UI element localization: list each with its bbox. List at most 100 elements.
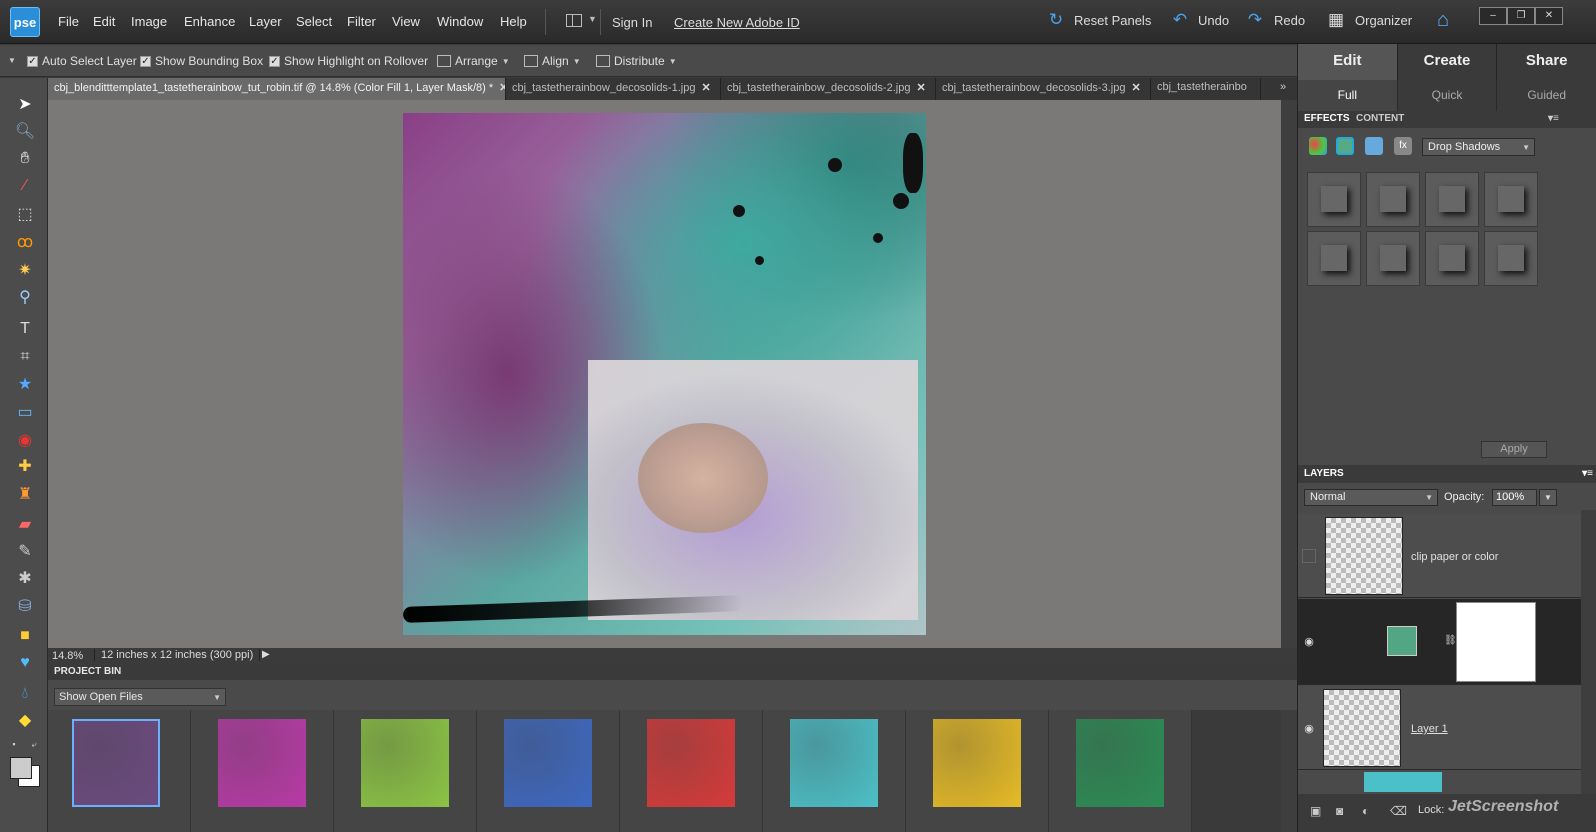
tab-full[interactable]: Full [1298,80,1398,111]
color-swatches[interactable] [8,755,42,789]
close-icon[interactable]: ✕ [1131,82,1140,94]
layers-scrollbar[interactable] [1581,510,1596,794]
undo-icon[interactable]: ↶ [1170,10,1190,30]
menu-help[interactable]: Help [500,14,527,29]
gradient-tool-icon[interactable]: ■ [13,625,37,647]
close-icon[interactable]: ✕ [701,82,710,94]
eyedropper-tool-icon[interactable]: ⁄ [13,175,37,197]
menu-edit[interactable]: Edit [93,14,115,29]
tab-content[interactable]: CONTENT [1356,113,1404,124]
layer-row[interactable]: clip paper or color [1298,514,1581,598]
tab-document-main[interactable]: cbj_blenditttemplate1_tastetherainbow_tu… [48,78,506,100]
create-adobe-id-link[interactable]: Create New Adobe ID [674,15,800,30]
bin-thumbnail-cell[interactable] [477,710,620,832]
drop-shadow-swatch[interactable] [1484,231,1538,286]
filters-icon[interactable] [1309,137,1327,155]
drop-shadow-swatch[interactable] [1307,172,1361,227]
recompose-tool-icon[interactable]: ▭ [13,402,37,424]
organizer-grid-icon[interactable]: ▦ [1326,10,1346,30]
eye-icon[interactable]: ◉ [1302,635,1316,649]
menu-select[interactable]: Select [296,14,332,29]
new-layer-icon[interactable]: ▣ [1310,804,1321,818]
redo-button[interactable]: Redo [1274,13,1305,28]
bin-thumbnail-cell[interactable] [763,710,906,832]
close-icon[interactable]: ✕ [916,82,925,94]
link-icon[interactable]: ⛓ [1444,635,1457,646]
default-colors-icon[interactable]: ▪ [8,738,20,750]
restore-icon[interactable]: ❐ [1507,7,1535,25]
drop-shadow-swatch[interactable] [1366,231,1420,286]
drop-shadow-swatch[interactable] [1425,172,1479,227]
workspace-layout-icon[interactable] [566,14,582,27]
tab-decosolids-1[interactable]: cbj_tastetherainbow_decosolids-1.jpg ✕ [506,78,721,100]
status-menu-icon[interactable]: ▶ [262,649,270,660]
options-menu-icon[interactable]: ▼ [8,56,16,65]
tab-edit[interactable]: Edit [1298,44,1398,80]
drop-shadow-swatch[interactable] [1484,172,1538,227]
bin-thumbnail[interactable] [361,719,449,807]
bin-thumbnail[interactable] [504,719,592,807]
bin-thumbnail-cell[interactable] [620,710,763,832]
menu-image[interactable]: Image [131,14,167,29]
opacity-input[interactable]: 100% [1492,489,1537,506]
adjustment-layer-icon[interactable]: ◐ [1362,804,1369,818]
align-dropdown[interactable]: Align ▼ [524,54,581,68]
arrange-dropdown[interactable]: Arrange ▼ [437,54,510,68]
blend-mode-select[interactable]: Normal ▼ [1304,489,1438,506]
document-image[interactable] [403,113,926,635]
show-open-files-select[interactable]: Show Open Files ▼ [54,688,226,706]
tab-quick[interactable]: Quick [1398,80,1498,111]
tab-overflow-icon[interactable]: » [1274,78,1297,100]
add-mask-icon[interactable]: ◙ [1336,804,1343,818]
tab-decosolids-4[interactable]: cbj_tastetherainbo [1151,78,1261,100]
bin-thumbnail-cell[interactable] [906,710,1049,832]
show-bounding-box-option[interactable]: ✓ Show Bounding Box [140,54,263,68]
menu-window[interactable]: Window [437,14,483,29]
reset-panels-button[interactable]: Reset Panels [1074,13,1151,28]
checkbox-icon[interactable]: ✓ [269,55,280,67]
brush-tool-icon[interactable]: ✎ [13,541,37,563]
close-icon[interactable]: ✕ [1535,7,1563,25]
bin-scrollbar[interactable] [1281,710,1297,832]
crop-tool-icon[interactable]: ⌗ [13,346,37,368]
magic-wand-tool-icon[interactable]: ✷ [13,260,37,282]
sponge-tool-icon[interactable]: ◆ [13,710,37,732]
layer-row-selected[interactable]: ◉ ⛓ [1298,599,1581,685]
canvas-vertical-scrollbar[interactable] [1281,100,1297,648]
quick-selection-tool-icon[interactable]: ⚲ [13,287,37,309]
delete-layer-icon[interactable]: ⌫ [1390,804,1407,818]
menu-view[interactable]: View [392,14,420,29]
tab-decosolids-2[interactable]: cbj_tastetherainbow_decosolids-2.jpg ✕ [721,78,936,100]
panel-menu-icon[interactable]: ▾≡ [1582,468,1593,479]
menu-file[interactable]: File [58,14,79,29]
tab-share[interactable]: Share [1497,44,1596,80]
photo-effects-icon[interactable] [1365,137,1383,155]
move-tool-icon[interactable]: ➤ [13,94,37,116]
lasso-tool-icon[interactable]: ꝏ [13,232,37,254]
swap-colors-icon[interactable]: ⤶ [28,738,40,750]
show-highlight-option[interactable]: ✓ Show Highlight on Rollover [269,54,428,68]
bin-thumbnail[interactable] [72,719,160,807]
eraser-tool-icon[interactable]: ▰ [13,514,37,536]
custom-shape-tool-icon[interactable]: ♥ [13,652,37,674]
checkbox-icon[interactable]: ✓ [140,55,151,67]
tab-effects[interactable]: EFFECTS [1304,113,1350,124]
tab-guided[interactable]: Guided [1497,80,1596,111]
home-icon[interactable]: ⌂ [1433,10,1453,30]
menu-filter[interactable]: Filter [347,14,376,29]
drop-shadow-swatch[interactable] [1366,172,1420,227]
bin-thumbnail[interactable] [218,719,306,807]
fx-icon[interactable]: fx [1394,137,1412,155]
checkbox-icon[interactable]: ✓ [27,55,38,67]
zoom-level[interactable]: 14.8% [52,650,83,662]
marquee-tool-icon[interactable]: ⬚ [13,204,37,226]
menu-layer[interactable]: Layer [249,14,282,29]
chevron-down-icon[interactable]: ▼ [588,14,597,24]
drop-shadow-swatch[interactable] [1307,231,1361,286]
bin-thumbnail[interactable] [790,719,878,807]
sign-in-link[interactable]: Sign In [612,15,652,30]
smart-brush-tool-icon[interactable]: ✱ [13,568,37,590]
layer-styles-icon[interactable] [1336,137,1354,155]
blur-tool-icon[interactable]: 💧︎ [13,683,37,705]
bin-thumbnail[interactable] [1076,719,1164,807]
